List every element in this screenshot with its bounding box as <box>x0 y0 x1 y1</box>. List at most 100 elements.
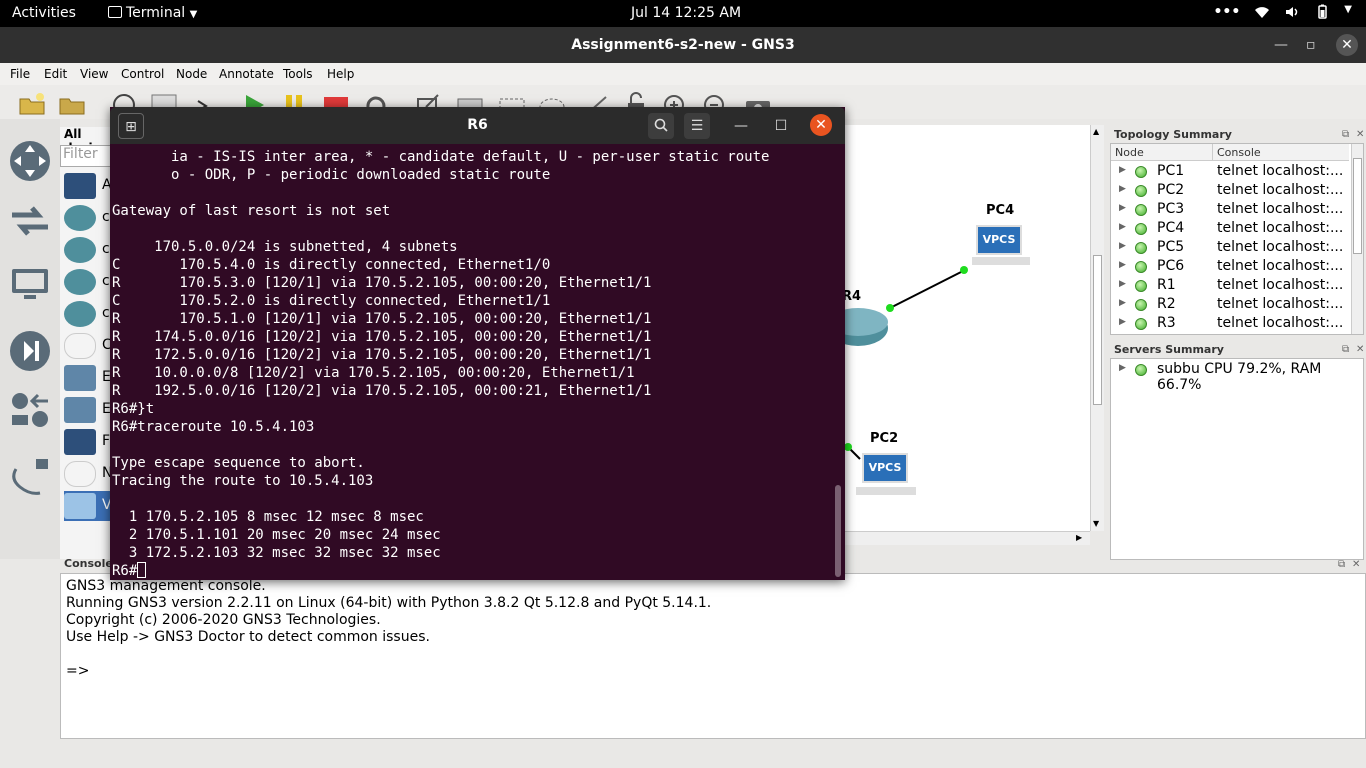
link-r4-pc4 <box>889 269 966 309</box>
menu-node[interactable]: Node <box>176 67 207 81</box>
terminal-scrollbar-thumb[interactable] <box>835 485 841 577</box>
expand-arrow-icon[interactable]: ▶ <box>1119 363 1126 373</box>
menu-file[interactable]: File <box>10 67 30 81</box>
device-item[interactable]: E <box>64 363 112 393</box>
float-panel-icon[interactable]: ⧉ <box>1342 129 1349 140</box>
add-link-icon[interactable] <box>8 455 52 499</box>
topology-row[interactable]: ▶ PC2 telnet localhost:... <box>1111 182 1351 201</box>
menu-edit[interactable]: Edit <box>44 67 67 81</box>
device-item[interactable]: c <box>64 203 112 233</box>
minimize-icon[interactable]: — <box>728 113 754 139</box>
scroll-up-arrow[interactable]: ▲ <box>1093 127 1099 136</box>
scroll-right-arrow[interactable]: ▶ <box>1076 533 1082 542</box>
battery-icon[interactable] <box>1314 4 1330 20</box>
activities-button[interactable]: Activities <box>12 5 76 21</box>
device-item[interactable]: C <box>64 331 112 361</box>
maximize-icon[interactable]: ☐ <box>768 113 794 139</box>
terminal-title: R6 <box>467 117 488 133</box>
node-pc2[interactable]: PC2 VPCS <box>856 431 918 507</box>
app-menu-terminal[interactable]: Terminal ▼ <box>108 5 197 21</box>
scroll-thumb[interactable] <box>1353 158 1362 254</box>
topology-row[interactable]: ▶ R2 telnet localhost:... <box>1111 296 1351 315</box>
device-filter-input[interactable]: Filter <box>60 145 112 167</box>
vpcs-base <box>856 487 916 495</box>
menu-tools[interactable]: Tools <box>283 67 313 81</box>
expand-arrow-icon[interactable]: ▶ <box>1119 317 1126 327</box>
browse-switches-icon[interactable] <box>8 199 52 243</box>
device-item[interactable]: A <box>64 171 112 201</box>
column-header-node[interactable]: Node <box>1111 144 1213 161</box>
topology-row[interactable]: ▶ PC5 telnet localhost:... <box>1111 239 1351 258</box>
column-header-console[interactable]: Console <box>1213 144 1349 161</box>
close-icon[interactable]: ✕ <box>810 114 832 136</box>
wifi-icon[interactable] <box>1254 4 1270 20</box>
close-panel-icon[interactable]: ✕ <box>1356 344 1364 355</box>
expand-arrow-icon[interactable]: ▶ <box>1119 260 1126 270</box>
terminal-output[interactable]: ia - IS-IS inter area, * - candidate def… <box>112 148 832 578</box>
device-item[interactable]: N <box>64 459 112 489</box>
menu-help[interactable]: Help <box>327 67 354 81</box>
expand-arrow-icon[interactable]: ▶ <box>1119 222 1126 232</box>
close-panel-icon[interactable]: ✕ <box>1356 129 1364 140</box>
expand-arrow-icon[interactable]: ▶ <box>1119 298 1126 308</box>
topology-summary-title: Topology Summary <box>1114 128 1232 141</box>
menu-view[interactable]: View <box>80 67 108 81</box>
maximize-icon[interactable]: ▫ <box>1306 27 1316 63</box>
topology-row[interactable]: ▶ PC6 telnet localhost:... <box>1111 258 1351 277</box>
device-item[interactable]: F <box>64 427 112 457</box>
node-name: PC6 <box>1157 258 1185 274</box>
close-panel-icon[interactable]: ✕ <box>1352 559 1360 570</box>
volume-icon[interactable] <box>1284 4 1300 20</box>
scroll-down-arrow[interactable]: ▼ <box>1093 519 1099 528</box>
float-panel-icon[interactable]: ⧉ <box>1342 344 1349 355</box>
topology-row[interactable]: ▶ R3 telnet localhost:... <box>1111 315 1351 334</box>
minimize-icon[interactable]: — <box>1274 27 1288 63</box>
browse-routers-icon[interactable] <box>8 139 52 183</box>
menu-annotate[interactable]: Annotate <box>219 67 274 81</box>
terminal-line: R 172.5.0.0/16 [120/2] via 170.5.2.105, … <box>112 347 652 363</box>
new-project-icon[interactable] <box>18 91 45 115</box>
open-project-icon[interactable] <box>58 91 85 115</box>
topology-row[interactable]: ▶ PC1 telnet localhost:... <box>1111 163 1351 182</box>
node-pc4[interactable]: PC4 VPCS <box>972 203 1034 273</box>
system-menu-chevron-icon[interactable]: ▼ <box>1344 4 1352 20</box>
new-tab-icon[interactable]: ⊞ <box>118 113 144 139</box>
clock[interactable]: Jul 14 12:25 AM <box>631 5 741 21</box>
device-item[interactable]: c <box>64 267 112 297</box>
scroll-thumb[interactable] <box>1093 255 1102 405</box>
close-icon[interactable]: ✕ <box>1336 34 1358 56</box>
server-row[interactable]: ▶ subbu CPU 79.2%, RAM 66.7% <box>1111 361 1363 393</box>
expand-arrow-icon[interactable]: ▶ <box>1119 203 1126 213</box>
device-item[interactable]: E <box>64 395 112 425</box>
terminal-line: 2 170.5.1.101 20 msec 20 msec 24 msec <box>112 527 441 543</box>
float-panel-icon[interactable]: ⧉ <box>1338 559 1345 570</box>
topology-scrollbar[interactable] <box>1351 144 1363 334</box>
search-icon[interactable] <box>648 113 674 139</box>
device-item[interactable]: c <box>64 299 112 329</box>
browse-end-devices-icon[interactable] <box>8 263 52 307</box>
topology-row[interactable]: ▶ PC3 telnet localhost:... <box>1111 201 1351 220</box>
terminal-prompt-line[interactable]: R6# <box>112 562 832 578</box>
servers-table: ▶ subbu CPU 79.2%, RAM 66.7% <box>1110 358 1364 560</box>
device-item[interactable]: c <box>64 235 112 265</box>
node-console: telnet localhost:... <box>1217 315 1344 331</box>
system-tray[interactable]: ••• ▼ <box>1213 4 1352 20</box>
topology-row[interactable]: ▶ R1 telnet localhost:... <box>1111 277 1351 296</box>
status-green-icon <box>1135 364 1147 376</box>
topology-row[interactable]: ▶ PC4 telnet localhost:... <box>1111 220 1351 239</box>
topology-summary-panel: Topology Summary ⧉ ✕ Node Console ▶ PC1 te… <box>1108 125 1366 335</box>
expand-arrow-icon[interactable]: ▶ <box>1119 241 1126 251</box>
hamburger-menu-icon[interactable]: ☰ <box>684 113 710 139</box>
menu-control[interactable]: Control <box>121 67 164 81</box>
browse-all-devices-icon[interactable] <box>8 389 52 433</box>
more-icon[interactable]: ••• <box>1213 4 1240 20</box>
browse-security-devices-icon[interactable] <box>8 329 52 373</box>
device-item-selected[interactable]: V <box>64 491 112 521</box>
console-output[interactable]: GNS3 management console. Running GNS3 ver… <box>60 573 1366 739</box>
canvas-vertical-scrollbar[interactable]: ▲ ▼ <box>1090 125 1104 531</box>
terminal-window[interactable]: ⊞ R6 ☰ — ☐ ✕ ia - IS-IS inter area, * - … <box>110 107 845 580</box>
expand-arrow-icon[interactable]: ▶ <box>1119 279 1126 289</box>
expand-arrow-icon[interactable]: ▶ <box>1119 165 1126 175</box>
expand-arrow-icon[interactable]: ▶ <box>1119 184 1126 194</box>
